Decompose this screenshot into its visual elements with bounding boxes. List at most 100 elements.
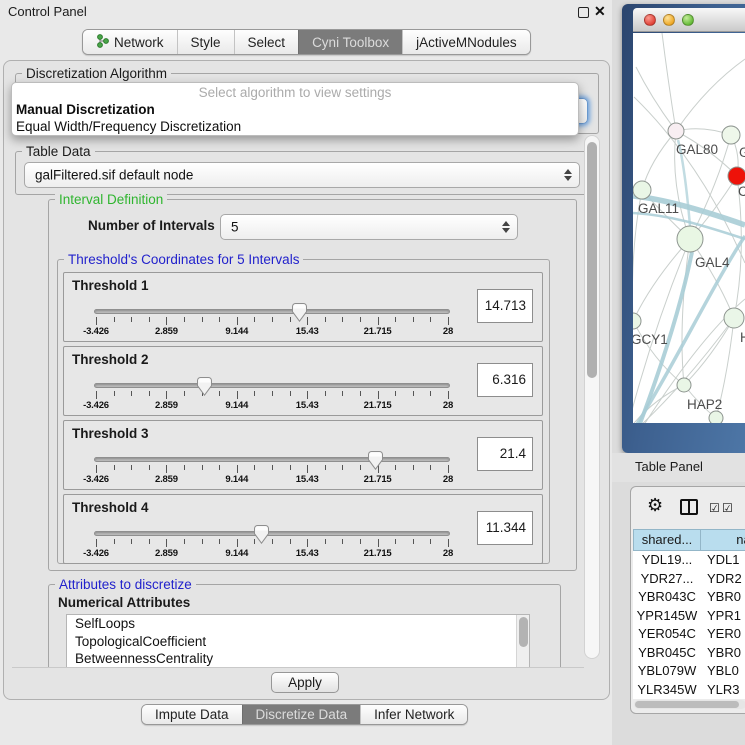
table-hscrollbar[interactable]: [634, 700, 745, 709]
network-node[interactable]: [668, 123, 684, 139]
network-node[interactable]: [724, 308, 744, 328]
table-row[interactable]: YLR345WYLR3: [633, 681, 745, 700]
panel-scrollbar[interactable]: [584, 135, 600, 659]
threshold-value-field[interactable]: 14.713: [477, 289, 533, 323]
scrollbar-thumb[interactable]: [519, 617, 528, 647]
list-item[interactable]: BetweennessCentrality: [67, 650, 529, 668]
column-header[interactable]: shared...: [633, 529, 701, 551]
tick: [237, 391, 238, 399]
cell-name: YBR0: [701, 644, 745, 663]
table-header-row: shared...na: [633, 529, 745, 551]
tick: [184, 391, 185, 396]
threshold-panel: Threshold 4-3.4262.8599.14415.4321.71528…: [63, 494, 543, 564]
gear-icon[interactable]: ⚙: [647, 495, 663, 516]
table-row[interactable]: YDL19...YDL1: [633, 551, 745, 570]
tick: [430, 465, 431, 470]
slider-track[interactable]: [94, 309, 450, 314]
scrollbar-thumb[interactable]: [635, 701, 739, 708]
tick: [184, 539, 185, 544]
tick-label: -3.426: [66, 400, 126, 411]
tick: [325, 317, 326, 322]
network-node[interactable]: [709, 411, 723, 423]
table-row[interactable]: YDR27...YDR2: [633, 570, 745, 589]
threshold-panel: Threshold 2-3.4262.8599.14415.4321.71528…: [63, 346, 543, 416]
scrollbar-thumb[interactable]: [587, 142, 597, 378]
tick-label: 2.859: [136, 326, 196, 337]
table-row[interactable]: YER054CYER0: [633, 625, 745, 644]
close-traffic-light-icon[interactable]: [644, 14, 656, 26]
node-label: GAL11: [638, 201, 679, 216]
table-row[interactable]: YBR043CYBR0: [633, 588, 745, 607]
tick-label: 15.43: [277, 400, 337, 411]
tab-cyni-toolbox[interactable]: Cyni Toolbox: [298, 30, 402, 54]
network-canvas[interactable]: GAL80GACGAL11GAL4GCY1HHAP2: [633, 33, 745, 423]
control-panel-titlebar: Control Panel ✕: [0, 0, 612, 24]
apply-button[interactable]: Apply: [271, 672, 339, 693]
tab-infer-network[interactable]: Infer Network: [360, 705, 467, 724]
zoom-traffic-light-icon[interactable]: [682, 14, 694, 26]
dropdown-option[interactable]: Equal Width/Frequency Discretization: [16, 119, 241, 134]
network-node[interactable]: [633, 181, 651, 199]
slider-thumb[interactable]: [254, 525, 269, 544]
tick-label: 15.43: [277, 474, 337, 485]
combobox-stepper-icon: [564, 169, 572, 181]
tick: [360, 465, 361, 470]
threshold-value-field[interactable]: 21.4: [477, 437, 533, 471]
tab-label: jActiveMNodules: [416, 35, 517, 50]
network-node[interactable]: [677, 378, 691, 392]
slider-track[interactable]: [94, 383, 450, 388]
threshold-value-field[interactable]: 6.316: [477, 363, 533, 397]
list-item[interactable]: SelfLoops: [67, 615, 529, 633]
tick-label: -3.426: [66, 548, 126, 559]
slider-thumb[interactable]: [292, 303, 307, 322]
tab-network[interactable]: Network: [83, 30, 177, 54]
slider-tick-labels: -3.4262.8599.14415.4321.71528: [96, 400, 448, 411]
tab-select[interactable]: Select: [234, 30, 299, 54]
settings-scrollpane: Table Data galFiltered.sif default node …: [12, 134, 584, 668]
list-scrollbar[interactable]: [516, 615, 529, 668]
tick: [430, 317, 431, 322]
tick: [360, 391, 361, 396]
network-node[interactable]: [633, 313, 641, 329]
table-panel-titlebar: Table Panel: [612, 453, 745, 482]
tick: [413, 391, 414, 396]
table-toolbar: ⚙ ☑ ☑: [631, 487, 745, 527]
node-label: C: [738, 184, 745, 199]
column-header[interactable]: na: [701, 529, 745, 551]
network-node[interactable]: [728, 167, 745, 185]
slider-track[interactable]: [94, 531, 450, 536]
tick: [96, 465, 97, 473]
network-node[interactable]: [722, 126, 740, 144]
dropdown-placeholder-item[interactable]: Select algorithm to view settings: [12, 85, 578, 100]
tick-label: 28: [418, 474, 478, 485]
table-data-combobox[interactable]: galFiltered.sif default node: [24, 162, 580, 188]
split-columns-icon[interactable]: [680, 499, 698, 515]
list-item[interactable]: TopologicalCoefficient: [67, 633, 529, 651]
slider-track[interactable]: [94, 457, 450, 462]
tab-impute-data[interactable]: Impute Data: [142, 705, 242, 724]
dropdown-option[interactable]: Manual Discretization: [16, 102, 155, 117]
minimize-traffic-light-icon[interactable]: [663, 14, 675, 26]
checkbox-icon[interactable]: ☑: [709, 501, 720, 515]
float-window-icon[interactable]: [578, 7, 589, 18]
checkbox-icon[interactable]: ☑: [722, 501, 733, 515]
tick: [448, 465, 449, 473]
control-panel: Control Panel ✕ NetworkStyleSelectCyni T…: [0, 0, 612, 745]
tab-style[interactable]: Style: [177, 30, 234, 54]
cell-shared-name: YBR045C: [633, 644, 701, 663]
slider-thumb[interactable]: [197, 377, 212, 396]
close-icon[interactable]: ✕: [594, 3, 606, 20]
table-row[interactable]: YBL079WYBL0: [633, 662, 745, 681]
tick: [237, 317, 238, 325]
numerical-attributes-list[interactable]: SelfLoopsTopologicalCoefficientBetweenne…: [66, 614, 530, 668]
slider-thumb[interactable]: [368, 451, 383, 470]
threshold-value-field[interactable]: 11.344: [477, 511, 533, 545]
tab-jactivemnodules[interactable]: jActiveMNodules: [402, 30, 530, 54]
table-row[interactable]: YBR045CYBR0: [633, 644, 745, 663]
slider-ticks: [96, 465, 448, 473]
num-intervals-combobox[interactable]: 5: [220, 214, 518, 240]
tab-discretize-data[interactable]: Discretize Data: [242, 705, 361, 724]
network-node[interactable]: [677, 226, 703, 252]
table-row[interactable]: YPR145WYPR1: [633, 607, 745, 626]
cell-name: YDR2: [701, 570, 745, 589]
